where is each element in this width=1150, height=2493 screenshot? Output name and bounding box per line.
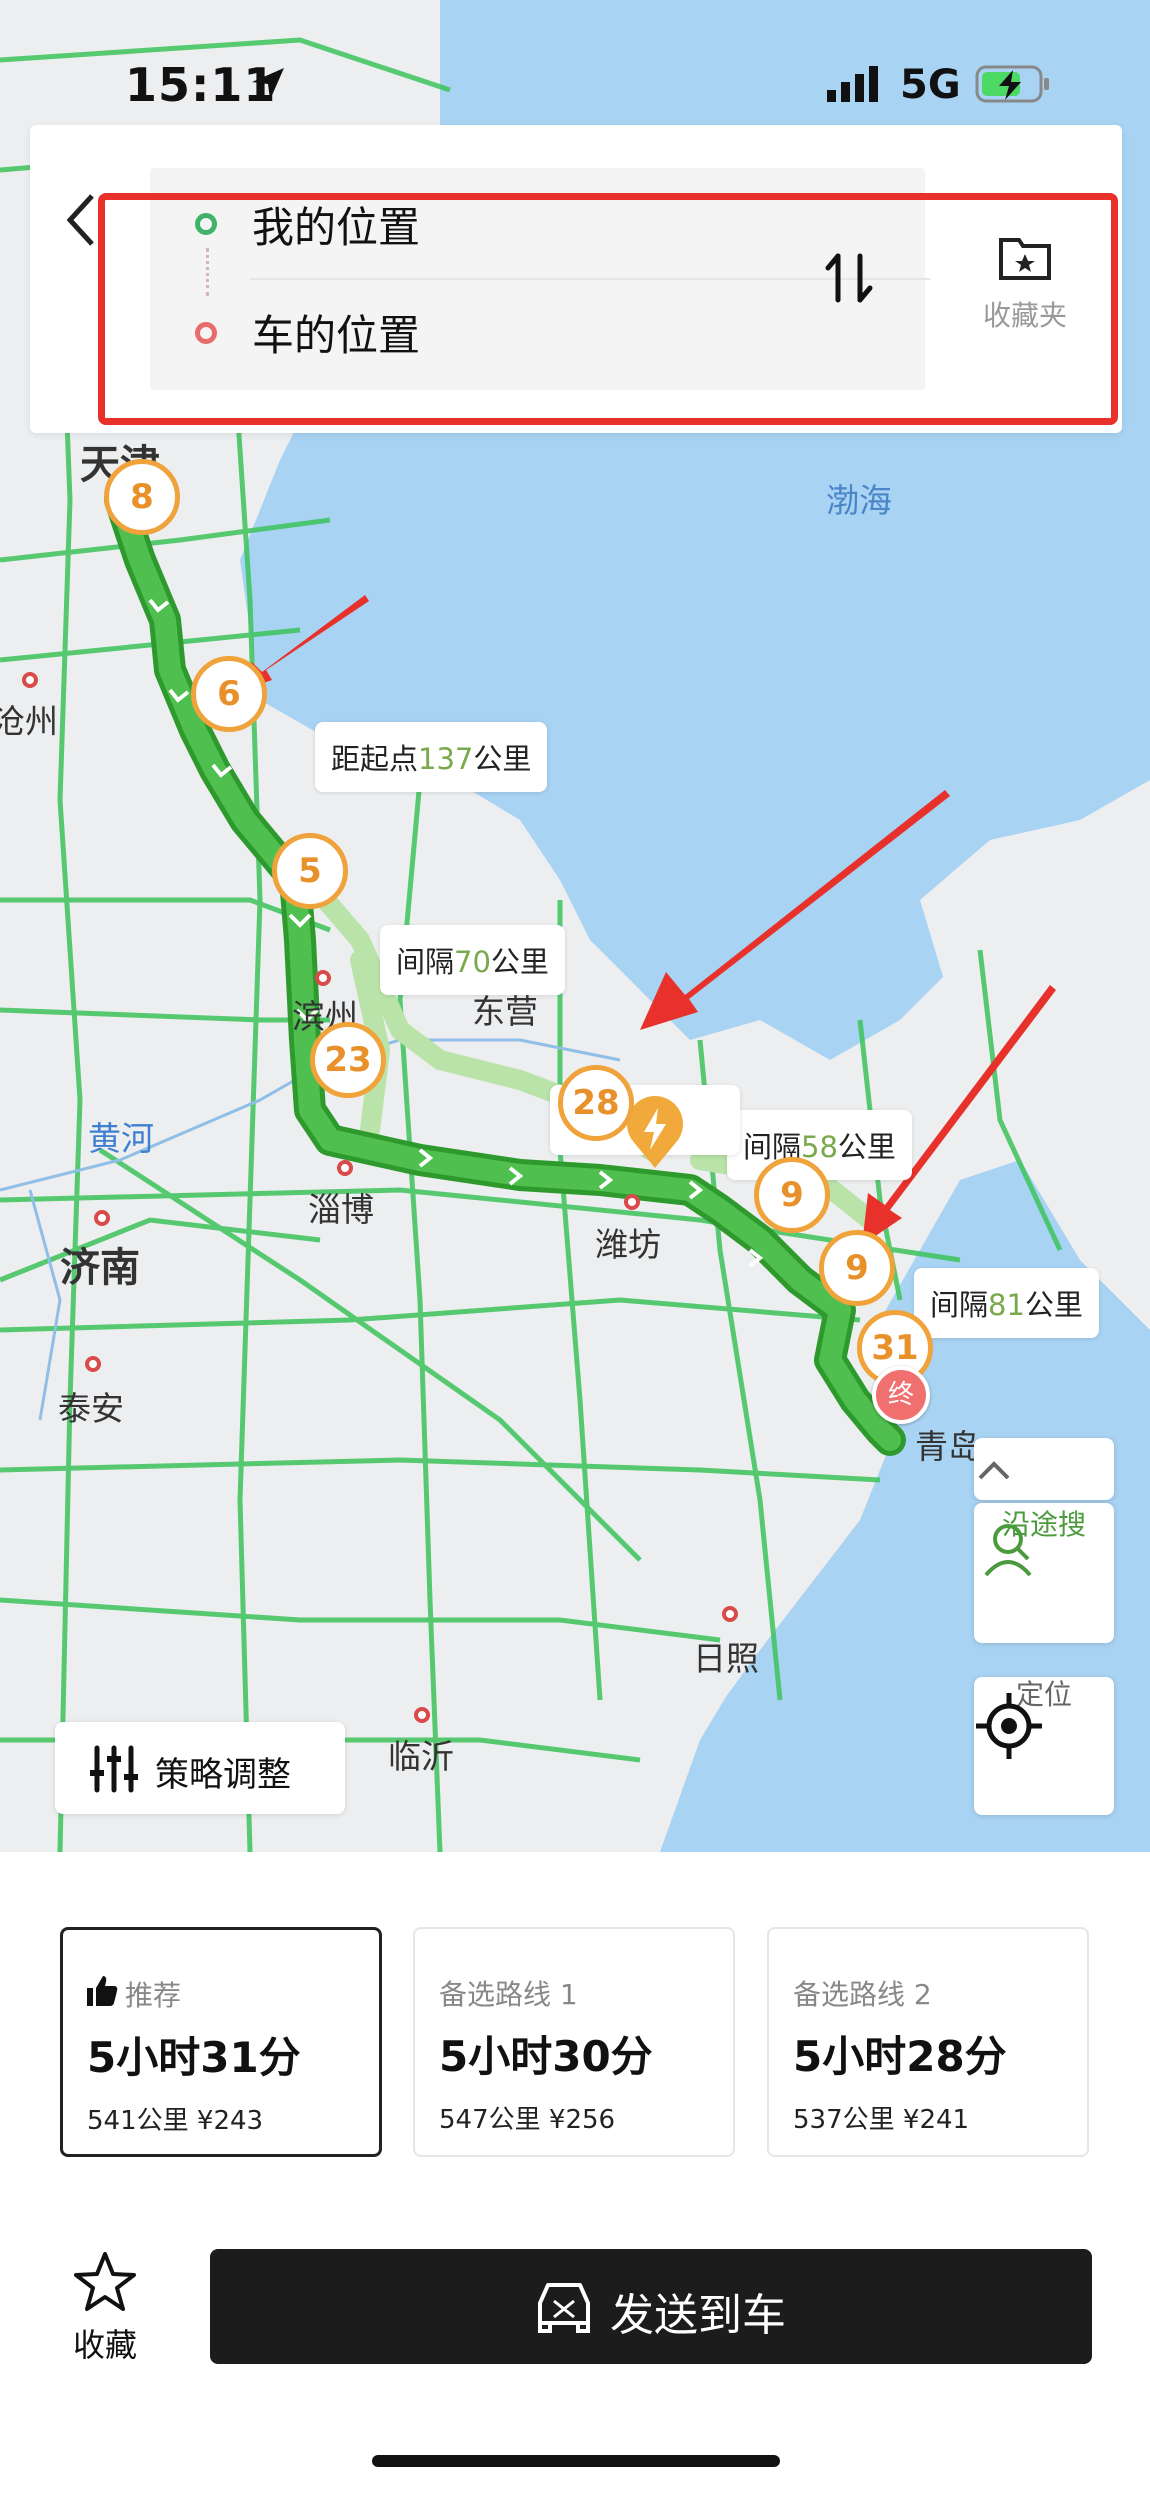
city-label: 泰安 (58, 1389, 124, 1428)
city-label: 临沂 (388, 1737, 454, 1776)
interval-callout: 间隔70公里 (380, 925, 565, 995)
signal-icon (827, 66, 878, 102)
route-tag: 推荐 (125, 1979, 182, 2012)
send-to-car-button[interactable]: 发送到车 (210, 2249, 1092, 2364)
city-label: 日照 (693, 1639, 759, 1678)
locate-button[interactable]: 定位 (974, 1677, 1114, 1815)
river-label: 黄河 (88, 1119, 154, 1158)
location-arrow-icon (252, 68, 284, 100)
interval-callout: 间隔81公里 (914, 1268, 1099, 1338)
station-count-badge[interactable]: 23 (310, 1022, 386, 1098)
city-label: 淄博 (308, 1190, 374, 1229)
strategy-adjust-button[interactable]: 策略调整 (55, 1722, 345, 1814)
car-icon (538, 2283, 590, 2333)
station-count-badge[interactable]: 28 (558, 1065, 634, 1141)
route-meta: 541公里 ¥243 (87, 2106, 264, 2136)
station-count-badge[interactable]: 8 (104, 459, 180, 535)
crosshair-icon (976, 1693, 1042, 1759)
route-meta: 547公里 ¥256 (439, 2105, 616, 2135)
network-type: 5G (900, 62, 961, 108)
battery-charging-icon (975, 65, 1049, 103)
route-duration: 5小时28分 (793, 2032, 1007, 2081)
back-arrow-icon[interactable] (60, 190, 100, 250)
send-to-car-label: 发送到车 (610, 2290, 786, 2341)
along-route-search-icon (984, 1524, 1032, 1577)
star-icon (74, 2252, 136, 2311)
sea-label: 渤海 (826, 481, 892, 520)
collapse-button[interactable] (974, 1438, 1114, 1500)
station-count-badge[interactable]: 6 (191, 656, 267, 732)
route-meta: 537公里 ¥241 (793, 2105, 970, 2135)
city-label: 沧州 (0, 702, 58, 741)
station-count-badge[interactable]: 9 (819, 1230, 895, 1306)
thumbs-up-icon (87, 1976, 118, 2006)
sliders-icon (90, 1745, 138, 1793)
favorite-button[interactable]: 收藏 (60, 2250, 150, 2366)
end-marker[interactable]: 终 (872, 1366, 930, 1424)
route-card-recommended[interactable]: 推荐 5小时31分 541公里 ¥243 (60, 1927, 382, 2157)
chevron-up-icon (978, 1461, 1010, 1480)
route-card-alt-2[interactable]: 备选路线 2 5小时28分 537公里 ¥241 (767, 1927, 1089, 2157)
route-duration: 5小时31分 (87, 2033, 301, 2082)
city-label: 青岛 (915, 1427, 981, 1466)
station-count-badge[interactable]: 5 (272, 833, 348, 909)
home-indicator (372, 2455, 780, 2467)
strategy-label: 策略调整 (155, 1755, 291, 1795)
along-route-search-button[interactable]: 沿途搜 (974, 1503, 1114, 1643)
station-count-badge[interactable]: 9 (754, 1157, 830, 1233)
annotation-highlight-box (98, 193, 1118, 425)
favorite-label: 收藏 (72, 2326, 137, 2364)
route-card-alt-1[interactable]: 备选路线 1 5小时30分 547公里 ¥256 (413, 1927, 735, 2157)
city-label: 济南 (60, 1245, 140, 1291)
route-tag: 备选路线 2 (793, 1978, 932, 2011)
distance-callout: 距起点137公里 (315, 722, 548, 792)
city-label: 潍坊 (595, 1225, 661, 1264)
route-duration: 5小时30分 (439, 2032, 653, 2081)
route-tag: 备选路线 1 (439, 1978, 578, 2011)
